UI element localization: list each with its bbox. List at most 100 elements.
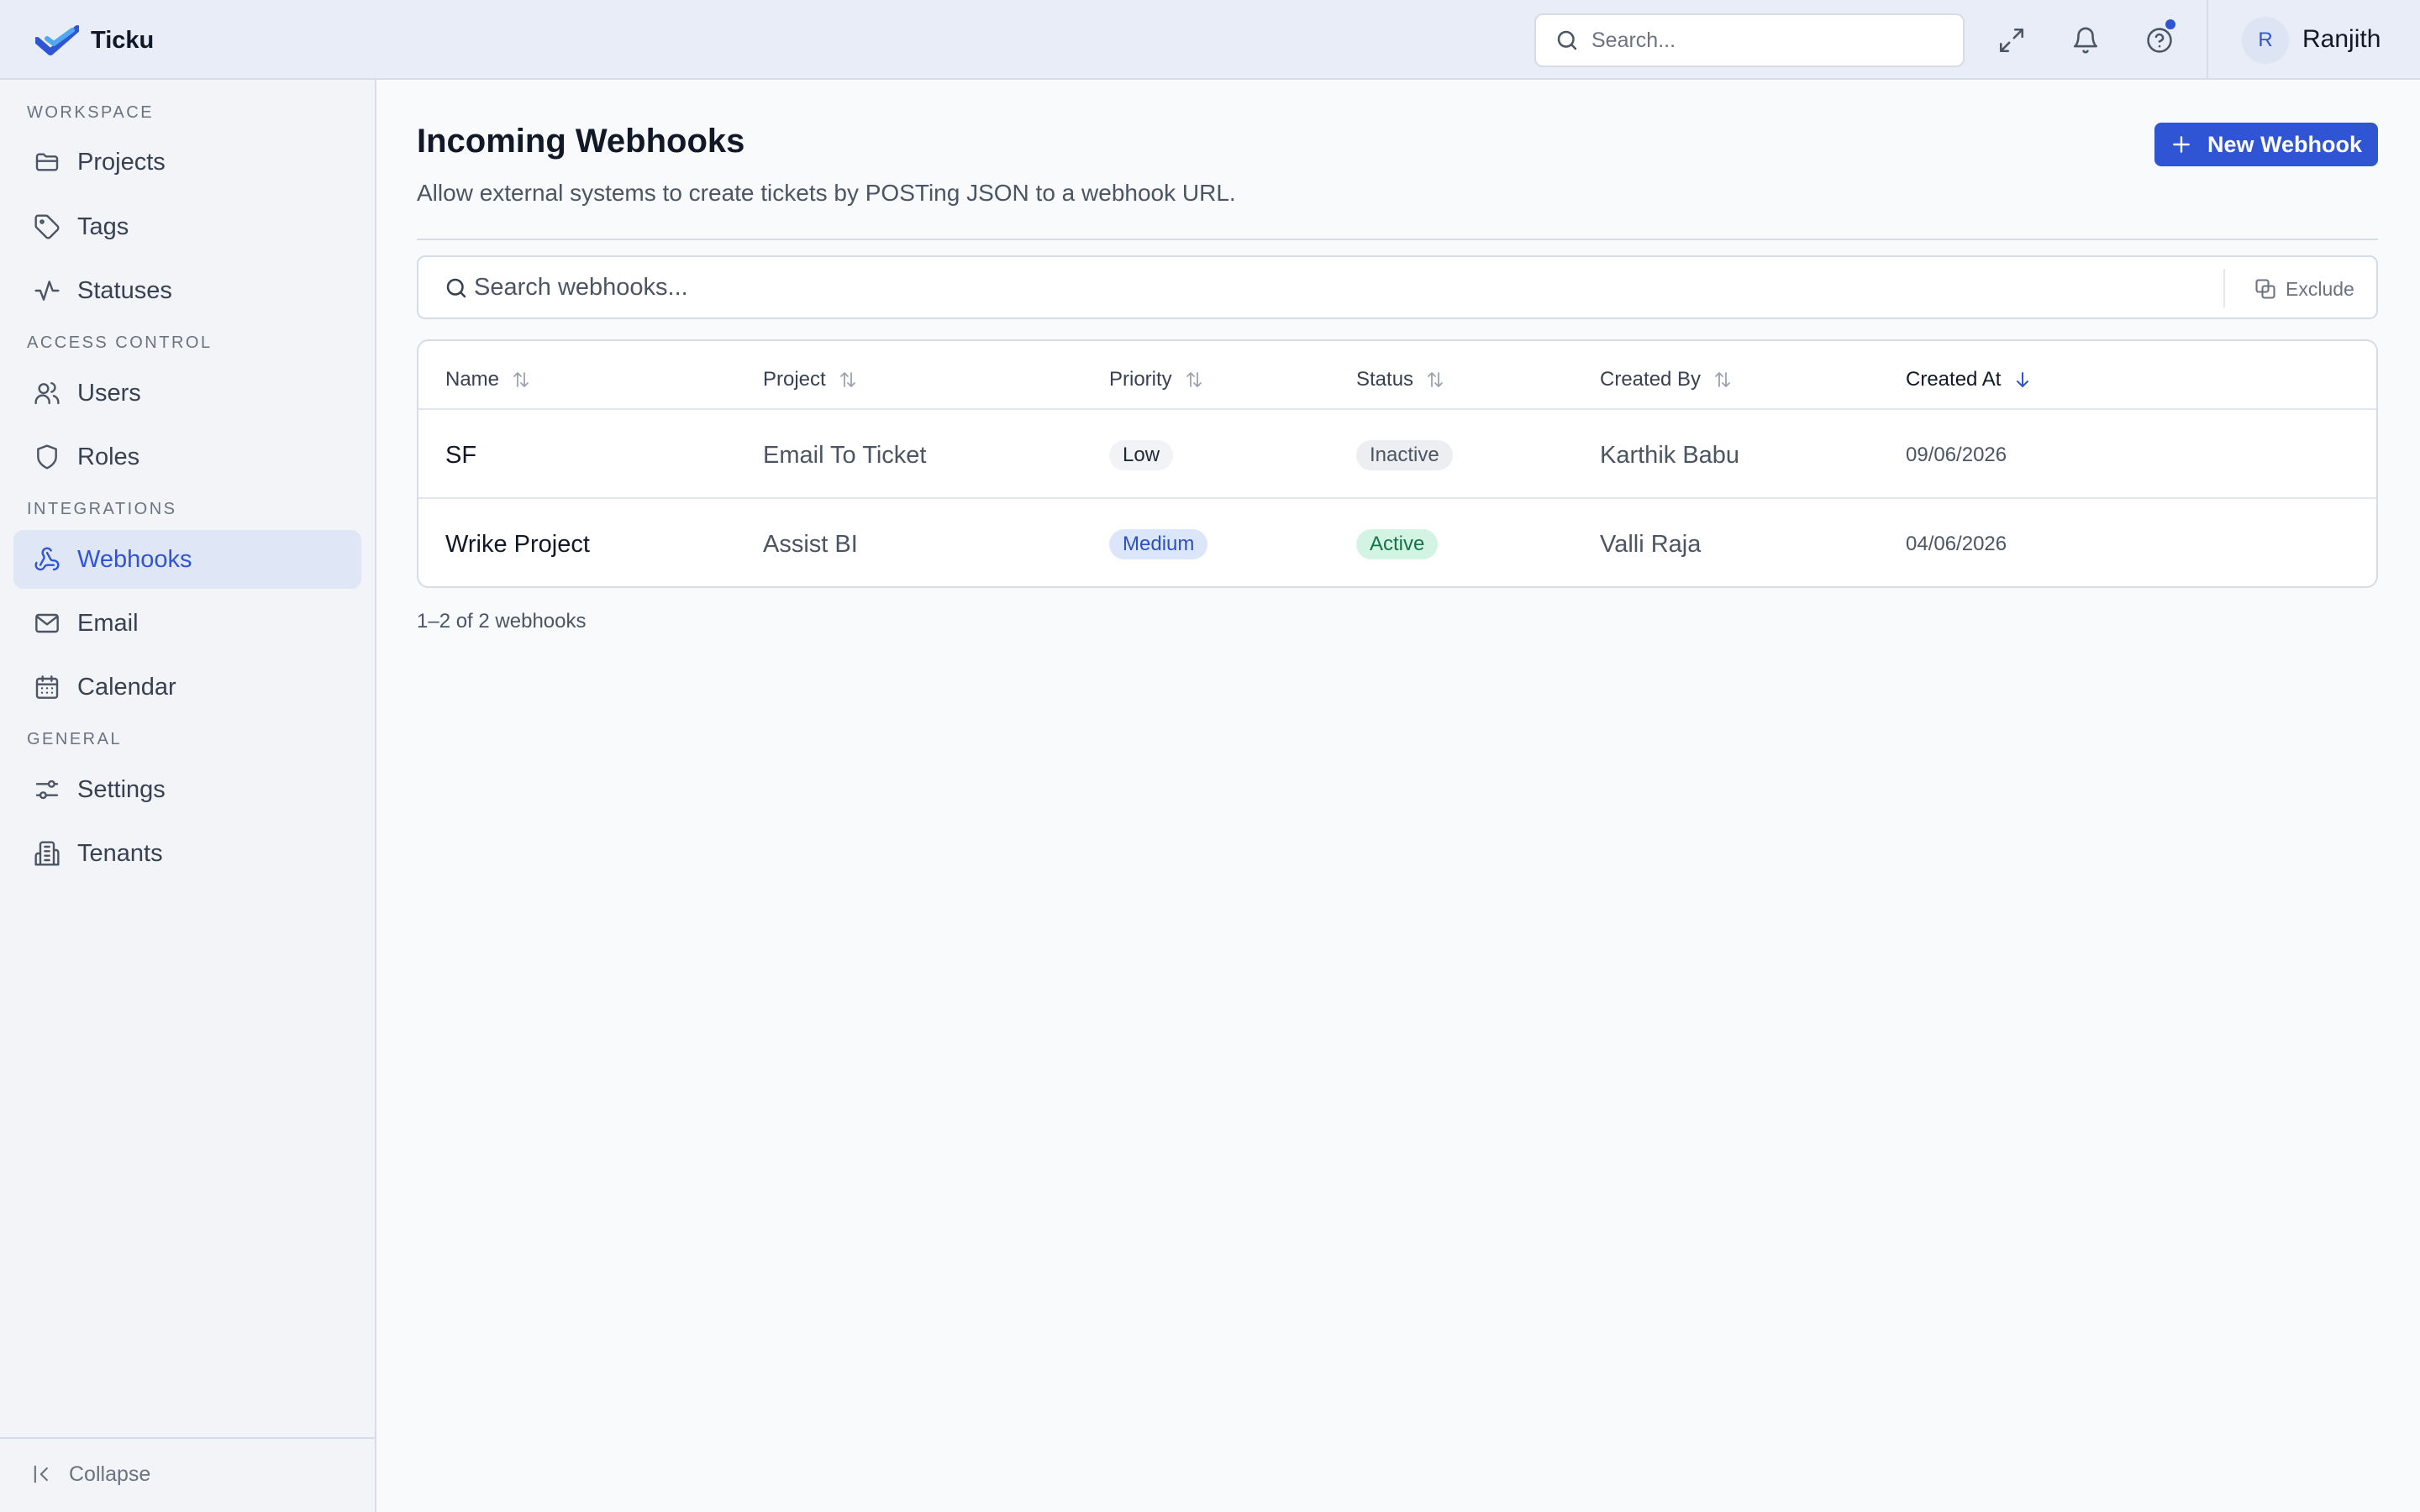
cell-project: Email To Ticket: [763, 441, 927, 469]
sidebar-item-statuses[interactable]: Statuses: [13, 261, 361, 320]
collapse-button[interactable]: Collapse: [30, 1457, 150, 1491]
global-search[interactable]: [1534, 13, 1965, 67]
section-label-workspace: WORKSPACE: [27, 103, 155, 122]
cell-name: Wrike Project: [445, 530, 590, 558]
header-divider: [417, 239, 2378, 240]
cell-created-at: 09/06/2026: [1906, 444, 2007, 466]
exclude-label: Exclude: [2286, 277, 2354, 300]
webhook-search-input[interactable]: [474, 270, 2154, 304]
column-header-created-at[interactable]: Created At: [1906, 365, 2033, 395]
brand[interactable]: Ticku: [35, 23, 154, 58]
row-divider: [418, 497, 2376, 499]
calendar-icon: [35, 675, 59, 699]
status-badge: Active: [1356, 529, 1439, 559]
page-subtitle: Allow external systems to create tickets…: [417, 180, 1236, 206]
sidebar: WORKSPACE Projects Tags Statuses ACCESS …: [0, 80, 376, 1512]
sidebar-item-settings[interactable]: Settings: [13, 760, 361, 819]
sort-icon: [839, 372, 855, 387]
sidebar-item-label: Webhooks: [77, 545, 192, 573]
bell-icon: [2073, 27, 2098, 54]
sidebar-item-email[interactable]: Email: [13, 594, 361, 653]
sort-desc-icon: [2017, 372, 2029, 387]
sidebar-item-calendar[interactable]: Calendar: [13, 658, 361, 717]
sidebar-item-label: Tags: [77, 213, 129, 240]
top-bar: Ticku R Ranjith: [0, 0, 2420, 80]
cell-created-by: Valli Raja: [1600, 530, 1702, 558]
tag-icon: [34, 214, 60, 239]
column-header-project[interactable]: Project: [763, 365, 858, 395]
sidebar-item-label: Statuses: [77, 276, 172, 304]
sidebar-item-roles[interactable]: Roles: [13, 428, 361, 486]
help-button[interactable]: [2144, 19, 2175, 56]
section-label-integrations: INTEGRATIONS: [27, 500, 177, 518]
sidebar-item-webhooks[interactable]: Webhooks: [13, 530, 361, 589]
help-icon: [2147, 28, 2172, 53]
webhooks-table: Name Project Priority Status Created By …: [417, 339, 2378, 588]
collapse-divider: [0, 1437, 375, 1439]
users-icon: [34, 381, 60, 405]
avatar[interactable]: R: [2242, 17, 2289, 64]
search-icon: [446, 278, 466, 298]
brand-name: Ticku: [91, 26, 155, 54]
page-title: Incoming Webhooks: [417, 123, 745, 160]
column-header-created-by[interactable]: Created By: [1600, 365, 1733, 395]
sort-icon: [513, 372, 529, 387]
priority-badge: Low: [1109, 440, 1174, 470]
sidebar-item-tags[interactable]: Tags: [13, 197, 361, 256]
section-label-access-control: ACCESS CONTROL: [27, 333, 213, 352]
user-name[interactable]: Ranjith: [2302, 25, 2381, 54]
status-badge: Inactive: [1356, 440, 1453, 470]
sidebar-item-tenants[interactable]: Tenants: [13, 824, 361, 883]
ticku-logo-icon: [35, 25, 79, 55]
sort-icon: [1428, 372, 1443, 387]
cell-name: SF: [445, 441, 477, 469]
cell-created-by: Karthik Babu: [1600, 441, 1740, 469]
sliders-icon: [35, 780, 59, 800]
webhook-filter-bar: Exclude: [417, 255, 2378, 319]
sidebar-item-users[interactable]: Users: [13, 364, 361, 423]
notification-dot: [2165, 19, 2175, 29]
webhook-icon: [34, 547, 60, 571]
column-header-name[interactable]: Name: [445, 365, 531, 395]
cell-priority: Low: [1109, 438, 1174, 472]
shield-icon: [37, 444, 57, 470]
priority-badge: Medium: [1109, 529, 1208, 559]
exclude-button[interactable]: Exclude: [2254, 274, 2354, 304]
search-icon: [1557, 30, 1577, 50]
topbar-divider: [2207, 0, 2208, 80]
sidebar-item-label: Settings: [77, 775, 166, 803]
global-search-input[interactable]: [1591, 28, 1944, 53]
cell-status: Active: [1356, 528, 1439, 561]
cell-priority: Medium: [1109, 528, 1208, 561]
header-row-divider: [418, 408, 2376, 410]
cell-status: Inactive: [1356, 438, 1453, 472]
column-header-status[interactable]: Status: [1356, 365, 1445, 395]
filter-separator: [2223, 269, 2225, 307]
building-icon: [34, 841, 60, 866]
expand-icon: [1999, 28, 2024, 53]
fullscreen-button[interactable]: [1996, 24, 2028, 56]
sidebar-item-projects[interactable]: Projects: [13, 133, 361, 192]
cell-project: Assist BI: [763, 530, 858, 558]
notifications-button[interactable]: [2070, 24, 2102, 56]
sidebar-item-label: Roles: [77, 443, 140, 470]
mail-icon: [35, 613, 59, 633]
collapse-label: Collapse: [69, 1462, 151, 1486]
sidebar-item-label: Calendar: [77, 673, 176, 701]
cell-created-at: 04/06/2026: [1906, 533, 2007, 555]
plus-icon: [2173, 136, 2190, 153]
sidebar-item-label: Tenants: [77, 839, 163, 867]
sidebar-item-label: Projects: [77, 148, 166, 176]
folder-icon: [35, 153, 59, 171]
new-webhook-button[interactable]: New Webhook: [2154, 123, 2378, 166]
sort-icon: [1186, 372, 1202, 387]
sidebar-item-label: Email: [77, 609, 139, 637]
new-webhook-label: New Webhook: [2207, 131, 2363, 157]
pagination-count: 1–2 of 2 webhooks: [417, 610, 587, 633]
column-header-priority[interactable]: Priority: [1109, 365, 1204, 395]
section-label-general: GENERAL: [27, 730, 123, 748]
sort-icon: [1715, 372, 1730, 387]
collapse-icon: [34, 1465, 48, 1483]
sidebar-item-label: Users: [77, 379, 141, 407]
exclude-icon: [2255, 279, 2275, 299]
